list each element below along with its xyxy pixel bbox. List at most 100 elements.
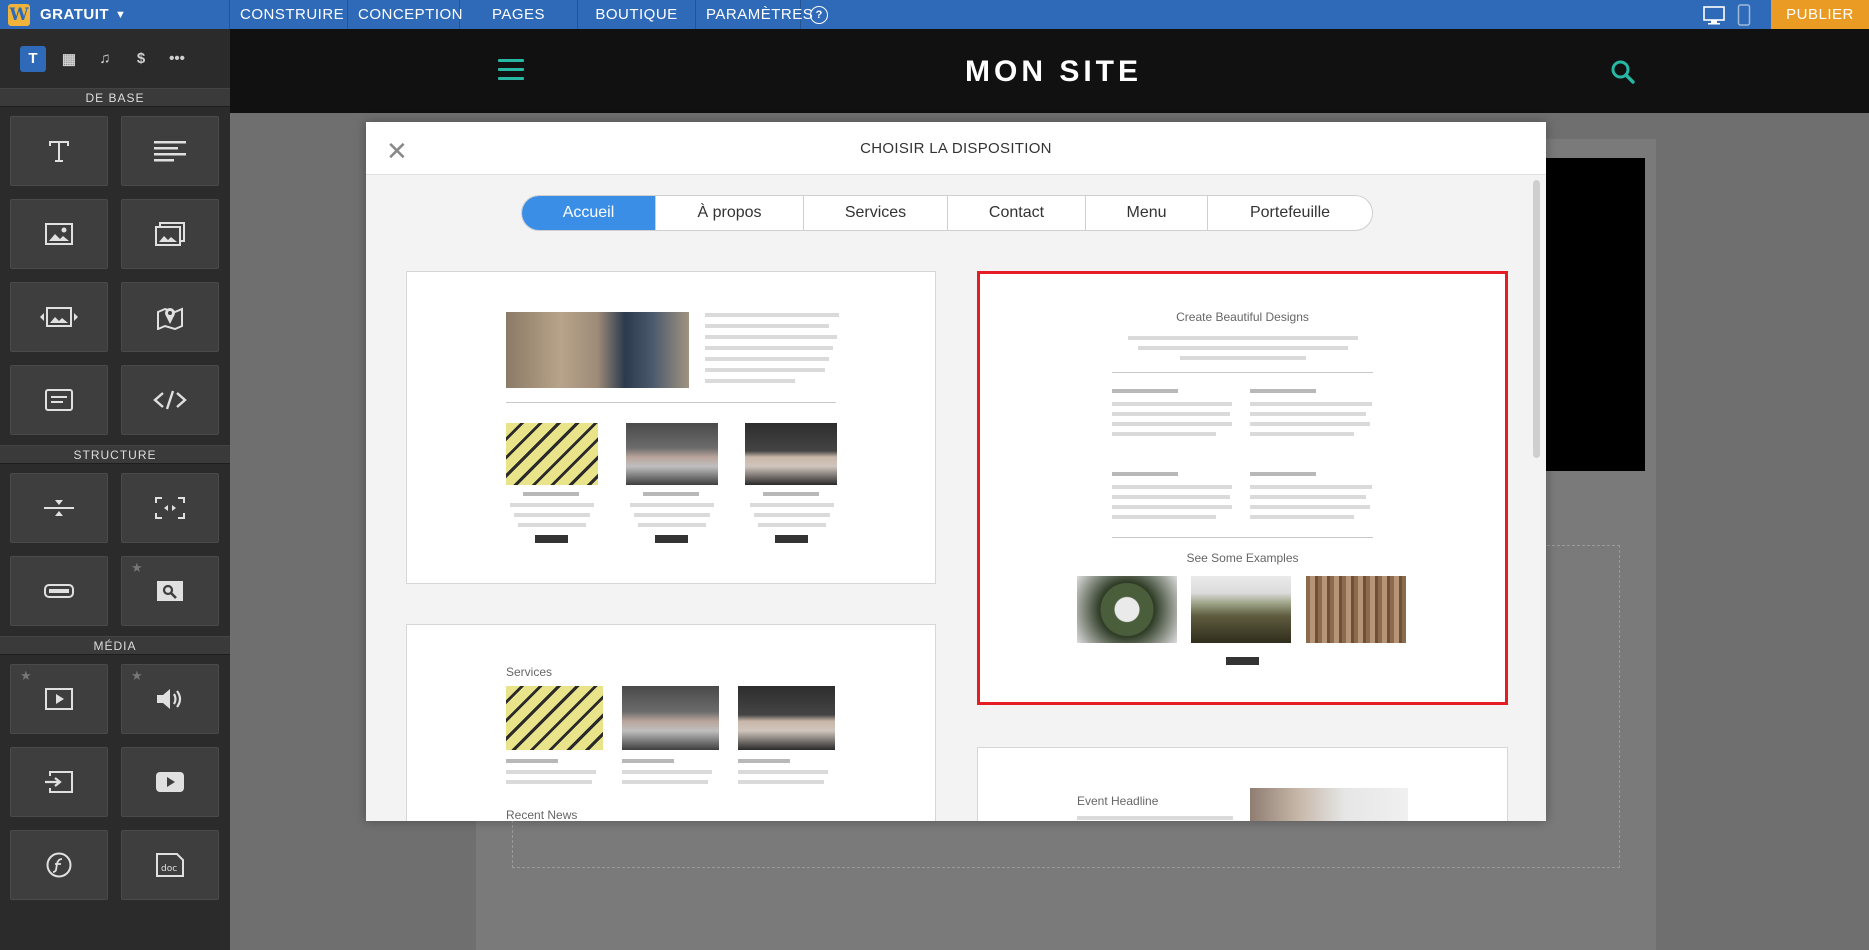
hamburger-menu-icon[interactable] <box>498 59 524 86</box>
section-basic: DE BASE <box>0 88 230 107</box>
doc-icon: doc <box>156 853 184 877</box>
title-element[interactable] <box>10 116 108 186</box>
structure-elements: ★ <box>0 464 230 636</box>
more-tab-icon[interactable]: ••• <box>164 46 190 72</box>
tab-portefeuille[interactable]: Portefeuille <box>1208 196 1372 230</box>
plan-label: GRATUIT <box>40 6 110 23</box>
basic-elements <box>0 107 230 445</box>
embed-code-element[interactable] <box>121 365 219 435</box>
search-box-element[interactable]: ★ <box>121 556 219 626</box>
star-icon: ★ <box>131 560 143 575</box>
divider-element[interactable] <box>10 473 108 543</box>
layout-card-2-selected[interactable]: Create Beautiful Designs See Some Exampl… <box>977 271 1508 705</box>
text-tab-icon[interactable]: T <box>20 45 46 72</box>
document-element[interactable] <box>10 747 108 817</box>
tab-contact[interactable]: Contact <box>948 196 1086 230</box>
top-nav: CONSTRUIRE CONCEPTION PAGES BOUTIQUE PAR… <box>230 0 813 29</box>
layout-category-tabs: Accueil À propos Services Contact Menu P… <box>521 195 1373 231</box>
search-box-icon <box>157 581 183 601</box>
modal-scrollbar[interactable] <box>1533 180 1540 458</box>
help-button[interactable]: ? <box>801 0 837 29</box>
doc-viewer-element[interactable]: doc <box>121 830 219 900</box>
layout-preview-image <box>506 423 598 485</box>
publish-button[interactable]: PUBLIER <box>1771 0 1869 29</box>
modal-header: ✕ CHOISIR LA DISPOSITION <box>366 122 1546 175</box>
nav-construire[interactable]: CONSTRUIRE <box>230 0 348 29</box>
document-embed-icon <box>45 771 73 793</box>
layout-preview-image <box>738 686 835 750</box>
top-right: PUBLIER <box>1683 0 1869 29</box>
layout-preview-image <box>626 423 718 485</box>
button-icon <box>44 584 74 598</box>
card-heading: Create Beautiful Designs <box>1176 310 1309 324</box>
spacer-icon <box>155 497 185 519</box>
layout-preview-image <box>745 423 837 485</box>
map-icon <box>157 307 183 330</box>
layout-preview-image <box>1077 576 1177 643</box>
video-icon <box>45 688 73 710</box>
layout-preview-image <box>1306 576 1406 643</box>
title-icon <box>49 141 69 162</box>
flash-element[interactable] <box>10 830 108 900</box>
card-subheading: See Some Examples <box>1186 551 1299 565</box>
mobile-icon[interactable] <box>1737 3 1751 26</box>
card-heading: Services <box>506 665 553 679</box>
top-bar: W GRATUIT ▼ CONSTRUIRE CONCEPTION PAGES … <box>0 0 1869 29</box>
text-element[interactable] <box>121 116 219 186</box>
close-icon[interactable]: ✕ <box>386 138 408 164</box>
youtube-element[interactable] <box>121 747 219 817</box>
audio-element[interactable]: ★ <box>121 664 219 734</box>
card-heading: Event Headline <box>1077 794 1159 808</box>
nav-boutique[interactable]: BOUTIQUE <box>578 0 696 29</box>
image-element[interactable] <box>10 199 108 269</box>
tab-menu[interactable]: Menu <box>1086 196 1208 230</box>
code-icon <box>153 390 187 410</box>
svg-text:doc: doc <box>161 864 177 874</box>
button-element[interactable] <box>10 556 108 626</box>
device-switcher <box>1683 0 1771 29</box>
music-tab-icon[interactable]: ♫ <box>92 46 118 72</box>
layout-preview-image <box>1191 576 1291 643</box>
media-elements: ★ ★ doc <box>0 655 230 910</box>
image-icon <box>45 223 73 245</box>
slideshow-element[interactable] <box>10 282 108 352</box>
layout-preview-image <box>622 686 719 750</box>
map-element[interactable] <box>121 282 219 352</box>
search-icon[interactable] <box>1610 59 1636 85</box>
tab-a-propos[interactable]: À propos <box>656 196 804 230</box>
weebly-logo: W <box>8 3 30 26</box>
contact-form-element[interactable] <box>10 365 108 435</box>
elements-sidebar: T ▦ ♫ $ ••• DE BASE STRUCTURE ★ MÉDIA ★ … <box>0 29 230 950</box>
text-icon <box>154 141 186 162</box>
sidebar-tabs: T ▦ ♫ $ ••• <box>0 29 230 88</box>
gallery-icon <box>155 222 185 246</box>
video-element[interactable]: ★ <box>10 664 108 734</box>
slideshow-icon <box>40 307 78 327</box>
plan-menu[interactable]: W GRATUIT ▼ <box>0 0 230 29</box>
layout-tab-icon[interactable]: ▦ <box>56 46 82 72</box>
commerce-tab-icon[interactable]: $ <box>128 46 154 72</box>
section-structure: STRUCTURE <box>0 445 230 464</box>
form-icon <box>45 389 73 411</box>
star-icon: ★ <box>131 668 143 683</box>
audio-icon <box>157 689 182 709</box>
layout-card-1[interactable] <box>406 271 936 584</box>
youtube-icon <box>156 772 184 792</box>
tab-services[interactable]: Services <box>804 196 948 230</box>
desktop-icon[interactable] <box>1703 5 1725 25</box>
card-subheading: Recent News <box>506 808 578 821</box>
nav-pages[interactable]: PAGES <box>460 0 578 29</box>
layout-card-4[interactable]: Event Headline <box>977 747 1508 821</box>
spacer-element[interactable] <box>121 473 219 543</box>
layout-preview-image <box>506 686 603 750</box>
nav-parametres[interactable]: PARAMÈTRES <box>696 0 813 29</box>
layout-card-3[interactable]: Services Recent News <box>406 624 936 821</box>
tab-accueil[interactable]: Accueil <box>522 196 656 230</box>
nav-conception[interactable]: CONCEPTION <box>348 0 463 29</box>
flash-icon <box>46 852 72 878</box>
layout-picker-modal: ✕ CHOISIR LA DISPOSITION Accueil À propo… <box>366 122 1546 821</box>
star-icon: ★ <box>20 668 32 683</box>
site-title[interactable]: MON SITE <box>965 55 1142 89</box>
gallery-element[interactable] <box>121 199 219 269</box>
section-media: MÉDIA <box>0 636 230 655</box>
